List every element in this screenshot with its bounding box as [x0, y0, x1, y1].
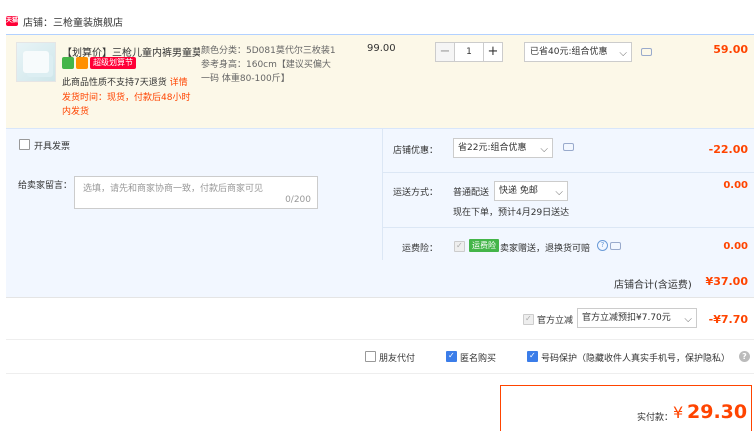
- insurance-label: 运费险：: [401, 244, 438, 254]
- friend-pay-label[interactable]: 朋友代付: [379, 351, 415, 364]
- help-icon[interactable]: ?: [739, 351, 750, 362]
- return-policy-text: 此商品性质不支持7天退货: [62, 78, 167, 88]
- chevron-down-icon: ⌵: [555, 187, 563, 198]
- sku-height: 参考身高：160cm【建议买偏大: [201, 60, 331, 70]
- quantity-stepper: − 1 +: [435, 42, 503, 62]
- product-image: [23, 51, 49, 73]
- cart-item-row: 【划算价】三枪儿童内裤男童莫… 超级划算节 此商品性质不支持7天退货 详情 发货…: [6, 34, 754, 128]
- item-discount-select[interactable]: 已省40元:组合优惠 ⌵: [524, 42, 632, 62]
- shipping-type: 普通配送: [453, 188, 490, 198]
- row-divider: [383, 172, 754, 173]
- item-total: 59.00: [713, 43, 748, 56]
- seller-message-count: 0/200: [285, 195, 311, 205]
- privacy-label[interactable]: 号码保护（隐藏收件人真实手机号，保护隐私）: [541, 351, 730, 364]
- delivery-estimate: 现在下单，预计4月29日送达: [453, 208, 570, 218]
- payment-summary: 实付款： ¥ 29.30: [500, 385, 752, 431]
- service-badge-icon: [62, 57, 74, 69]
- shop-total-value: ¥37.00: [705, 275, 748, 288]
- privacy-checkbox[interactable]: [527, 351, 538, 362]
- official-discount-amount: -¥7.70: [708, 313, 748, 326]
- unit-price: 99.00: [367, 43, 396, 54]
- super-deal-badge: 超级划算节: [90, 57, 136, 69]
- official-discount-value: 官方立减预扣¥7.70元: [582, 313, 671, 323]
- row-divider: [383, 227, 754, 228]
- message-icon[interactable]: [610, 242, 621, 250]
- shop-total-label: 店铺合计(含运费): [614, 280, 692, 291]
- anonymous-checkbox[interactable]: [446, 351, 457, 362]
- payment-label: 实付款：: [637, 413, 674, 423]
- payment-amount: 29.30: [687, 401, 748, 423]
- shipping-method-label: 运送方式：: [392, 188, 438, 198]
- qty-minus-button[interactable]: −: [435, 42, 455, 62]
- product-badges: 超级划算节: [62, 57, 136, 69]
- item-discount-value: 已省40元:组合优惠: [530, 47, 608, 57]
- anonymous-label[interactable]: 匿名购买: [460, 351, 496, 364]
- shipping-time-line1: 发货时间：现货，付款后48小时: [62, 93, 191, 103]
- tmall-logo-icon: 天猫: [6, 16, 19, 26]
- policy-details-link[interactable]: 详情: [170, 78, 188, 88]
- invoice-checkbox[interactable]: [19, 139, 30, 150]
- shop-name[interactable]: 店铺：三枪童装旗舰店: [23, 14, 123, 29]
- promo-badge-icon: [76, 57, 88, 69]
- help-icon[interactable]: ?: [597, 240, 608, 251]
- seller-message-input[interactable]: 选填，请先和商家协商一致，付款后商家可见 0/200: [74, 176, 318, 209]
- product-thumbnail[interactable]: [16, 42, 56, 82]
- insurance-text: 卖家赠送，退换货可赔: [500, 244, 591, 254]
- extra-options-row: 朋友代付 匿名购买 号码保护（隐藏收件人真实手机号，保护隐私） ?: [6, 340, 754, 374]
- chevron-down-icon: ⌵: [619, 48, 627, 59]
- shipping-method-select[interactable]: 快递 免邮 ⌵: [494, 181, 568, 201]
- message-icon[interactable]: [641, 48, 652, 56]
- return-policy: 此商品性质不支持7天退货 详情: [62, 75, 188, 88]
- shop-coupon-select[interactable]: 省22元:组合优惠 ⌵: [453, 138, 553, 158]
- sku-info: 颜色分类：5D081莫代尔三枚装1 参考身高：160cm【建议买偏大 一码 体重…: [201, 44, 341, 86]
- seller-message-placeholder: 选填，请先和商家协商一致，付款后商家可见: [83, 184, 264, 194]
- seller-message-label: 给卖家留言：: [18, 181, 73, 191]
- message-icon[interactable]: [563, 143, 574, 151]
- chevron-down-icon: ⌵: [540, 144, 548, 155]
- official-discount-checkbox: [523, 314, 534, 325]
- insurance-checkbox: [454, 241, 465, 252]
- shop-total-row: 店铺合计(含运费) ¥37.00: [6, 260, 754, 298]
- sku-weight: 一码 体重80-100斤】: [201, 74, 290, 84]
- payment-currency: ¥: [673, 403, 684, 422]
- friend-pay-checkbox[interactable]: [365, 351, 376, 362]
- sku-color: 颜色分类：5D081莫代尔三枚装1: [201, 46, 336, 56]
- shipping-time: 发货时间：现货，付款后48小时 内发货: [62, 91, 200, 119]
- invoice-label[interactable]: 开具发票: [34, 139, 70, 152]
- shipping-method-value: 快递 免邮: [499, 186, 538, 196]
- qty-plus-button[interactable]: +: [483, 42, 503, 62]
- official-discount-row: 官方立减 官方立减预扣¥7.70元 ⌵ -¥7.70: [6, 298, 754, 340]
- shipping-amount: 0.00: [723, 180, 748, 191]
- insurance-amount: 0.00: [723, 241, 748, 252]
- shop-coupon-value: 省22元:组合优惠: [458, 143, 527, 153]
- shipping-time-line2: 内发货: [62, 107, 90, 117]
- insurance-tag: 运费险: [469, 239, 499, 252]
- shop-header: 天猫 店铺：三枪童装旗舰店: [0, 0, 754, 34]
- official-discount-select[interactable]: 官方立减预扣¥7.70元 ⌵: [577, 308, 697, 328]
- official-discount-label: 官方立减: [537, 316, 574, 326]
- shop-coupon-amount: -22.00: [708, 143, 748, 156]
- qty-input[interactable]: 1: [455, 42, 483, 62]
- shop-coupon-label: 店铺优惠：: [392, 146, 438, 156]
- order-options: 开具发票 给卖家留言： 选填，请先和商家协商一致，付款后商家可见 0/200 店…: [6, 128, 754, 261]
